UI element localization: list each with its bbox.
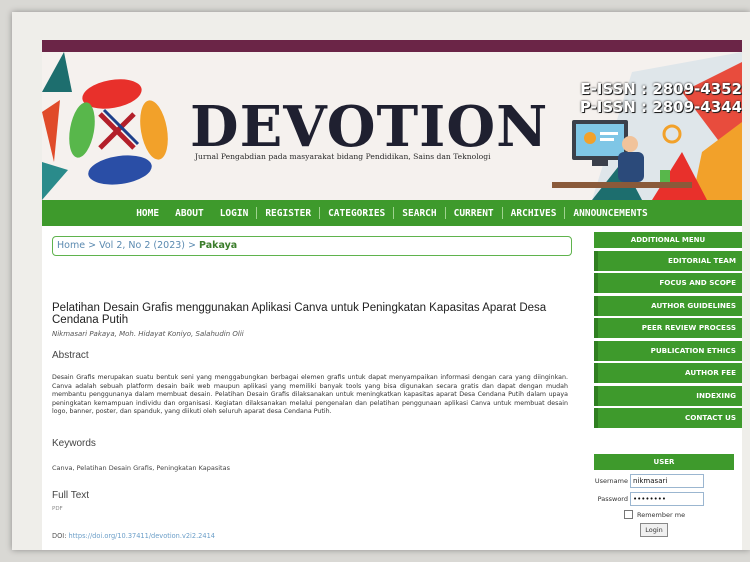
nav-search[interactable]: SEARCH [394, 208, 444, 219]
top-strip [42, 40, 742, 52]
doi-label: DOI: [52, 532, 67, 540]
nav-home[interactable]: HOME [128, 208, 167, 219]
menu-indexing[interactable]: INDEXING [594, 385, 742, 406]
article-title: Pelatihan Desain Grafis menggunakan Apli… [52, 302, 547, 326]
remember-label: Remember me [637, 510, 686, 519]
menu-editorial-team[interactable]: EDITORIAL TEAM [594, 250, 742, 271]
pdf-link[interactable]: PDF [52, 506, 63, 512]
doi-line: DOI: https://doi.org/10.37411/devotion.v… [52, 532, 215, 540]
menu-focus-scope[interactable]: FOCUS AND SCOPE [594, 273, 742, 293]
menu-contact-us[interactable]: CONTACT US [594, 408, 742, 428]
user-heading: USER [594, 454, 734, 470]
fulltext-heading: Full Text [52, 490, 90, 501]
nav-current[interactable]: CURRENT [446, 208, 502, 219]
breadcrumb-issue[interactable]: Vol 2, No 2 (2023) [99, 240, 185, 251]
nav-about[interactable]: ABOUT [167, 208, 212, 219]
password-row: Password •••••••• [594, 492, 734, 506]
username-input[interactable]: nikmasari [630, 474, 704, 488]
menu-author-fee[interactable]: AUTHOR FEE [594, 363, 742, 383]
nav-categories[interactable]: CATEGORIES [320, 208, 393, 219]
nav-register[interactable]: REGISTER [257, 208, 319, 219]
user-login-box: USER Username nikmasari Password •••••••… [594, 454, 734, 537]
additional-menu: ADDITIONAL MENU EDITORIAL TEAM FOCUS AND… [594, 232, 742, 428]
doi-link[interactable]: https://doi.org/10.37411/devotion.v2i2.2… [69, 532, 215, 540]
nav-login[interactable]: LOGIN [212, 208, 257, 219]
nav-announcements[interactable]: ANNOUNCEMENTS [565, 208, 655, 219]
breadcrumb: Home > Vol 2, No 2 (2023) > Pakaya [52, 236, 572, 256]
abstract-heading: Abstract [52, 350, 89, 361]
article-header: Pelatihan Desain Grafis menggunakan Apli… [52, 302, 572, 338]
menu-publication-ethics[interactable]: PUBLICATION ETHICS [594, 340, 742, 361]
remember-checkbox[interactable] [624, 510, 633, 519]
pissn-label: P-ISSN : 2809-4344 [579, 98, 742, 116]
breadcrumb-home[interactable]: Home [57, 240, 85, 251]
breadcrumb-separator: > [188, 240, 197, 251]
journal-title: DEVOTION [190, 94, 549, 160]
keywords-heading: Keywords [52, 438, 96, 449]
breadcrumb-separator: > [88, 240, 97, 251]
password-label: Password [597, 495, 628, 503]
additional-menu-heading: ADDITIONAL MENU [594, 232, 742, 248]
username-row: Username nikmasari [594, 474, 734, 488]
menu-author-guidelines[interactable]: AUTHOR GUIDELINES [594, 295, 742, 316]
menu-peer-review[interactable]: PEER REVIEW PROCESS [594, 318, 742, 338]
journal-subtitle: Jurnal Pengabdian pada masyarakat bidang… [195, 152, 491, 161]
breadcrumb-current[interactable]: Pakaya [199, 240, 237, 251]
computer-illustration-icon [552, 52, 742, 200]
keywords-text: Canva, Pelatihan Desain Grafis, Peningka… [52, 464, 230, 472]
article-authors: Nikmasari Pakaya, Moh. Hidayat Koniyo, S… [52, 330, 244, 338]
password-input[interactable]: •••••••• [630, 492, 704, 506]
nav-archives[interactable]: ARCHIVES [503, 208, 565, 219]
username-label: Username [594, 477, 628, 485]
header-banner: DEVOTION Jurnal Pengabdian pada masyarak… [42, 52, 742, 200]
journal-page: DEVOTION Jurnal Pengabdian pada masyarak… [42, 40, 742, 550]
browser-frame: DEVOTION Jurnal Pengabdian pada masyarak… [12, 12, 750, 550]
login-button[interactable]: Login [640, 523, 668, 537]
eissn-label: E-ISSN : 2809-4352 [580, 80, 742, 98]
journal-logo-icon [42, 52, 168, 200]
abstract-text: Desain Grafis merupakan suatu bentuk sen… [52, 374, 568, 416]
remember-row: Remember me [594, 510, 734, 519]
main-nav: HOME ABOUT LOGIN REGISTER CATEGORIES SEA… [42, 200, 742, 226]
